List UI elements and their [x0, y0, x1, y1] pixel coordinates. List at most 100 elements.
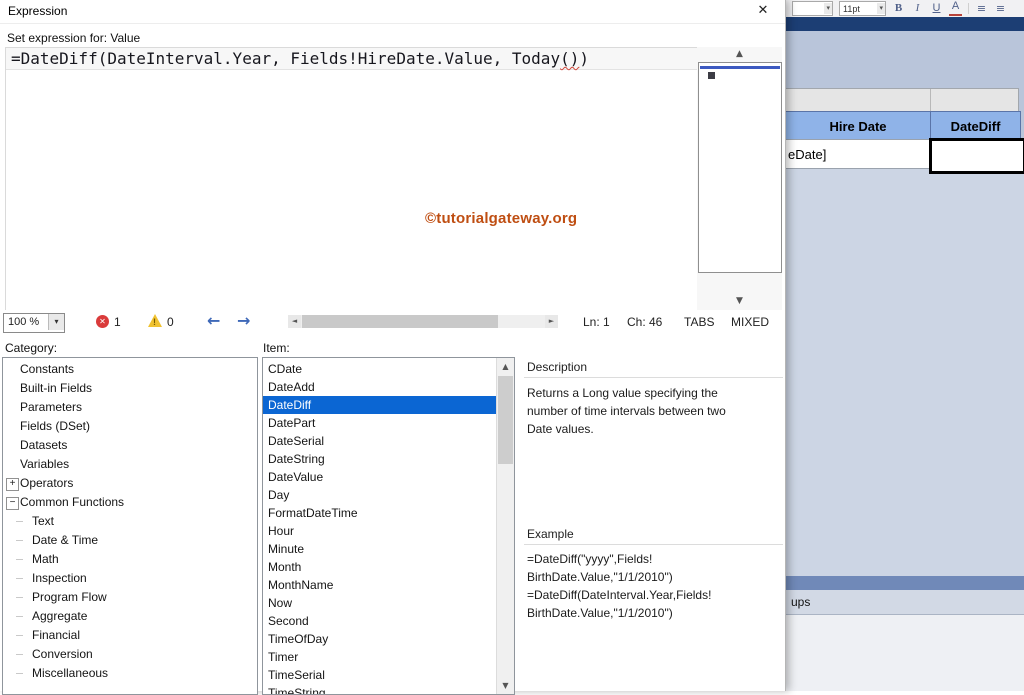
column-indicator: Ch: 46: [627, 315, 662, 329]
scrollbar-thumb[interactable]: [302, 315, 498, 328]
warning-exclamation: !: [153, 317, 156, 327]
function-item[interactable]: Month: [263, 558, 497, 576]
category-item[interactable]: Math: [3, 550, 257, 569]
close-icon[interactable]: ✕: [754, 2, 772, 20]
font-size-combo[interactable]: 11pt▾: [839, 1, 886, 16]
warning-icon: !: [148, 314, 162, 327]
previous-arrow-icon[interactable]: ←: [207, 311, 220, 330]
editor-scrollbar-map[interactable]: ▲ ▼: [697, 47, 782, 310]
datediff-header-cell[interactable]: DateDiff: [930, 111, 1021, 141]
item-list[interactable]: ▲ ▼ CDate DateAdd DateDiff DatePart Date…: [262, 357, 515, 695]
category-item[interactable]: Built-in Fields: [3, 379, 257, 398]
category-item[interactable]: Variables: [3, 455, 257, 474]
function-item[interactable]: Now: [263, 594, 497, 612]
function-item[interactable]: MonthName: [263, 576, 497, 594]
expression-text-end: ): [579, 49, 589, 68]
tabs-indicator: TABS: [684, 315, 714, 329]
category-item-label: Parameters: [20, 400, 82, 414]
column-handle-row[interactable]: [785, 88, 1019, 113]
tree-expander-icon[interactable]: [6, 497, 19, 510]
item-list-scrollbar[interactable]: ▲ ▼: [496, 358, 514, 694]
category-item[interactable]: Fields (DSet): [3, 417, 257, 436]
font-color-button[interactable]: A: [949, 1, 962, 16]
next-arrow-icon[interactable]: →: [237, 311, 250, 330]
title-separator: [0, 23, 785, 24]
chevron-down-icon[interactable]: ▾: [48, 314, 64, 330]
category-item[interactable]: Program Flow: [3, 588, 257, 607]
expression-dialog: Expression ✕ Set expression for: Value =…: [0, 0, 786, 691]
function-item[interactable]: DateValue: [263, 468, 497, 486]
function-item-label: Second: [268, 614, 309, 628]
hire-date-header-cell[interactable]: Hire Date: [785, 111, 932, 141]
function-item-label: MonthName: [268, 578, 333, 592]
category-item[interactable]: Operators: [3, 474, 257, 493]
expression-editor[interactable]: =DateDiff(DateInterval.Year, Fields!Hire…: [5, 47, 699, 312]
category-item[interactable]: Text: [3, 512, 257, 531]
selected-data-cell[interactable]: [929, 138, 1024, 174]
scrollbar-track[interactable]: [301, 315, 545, 328]
mixed-indicator: MIXED: [731, 315, 769, 329]
category-item-label: Aggregate: [32, 609, 87, 623]
category-item[interactable]: Date & Time: [3, 531, 257, 550]
scroll-down-icon[interactable]: ▼: [497, 677, 514, 694]
description-panel: Description Returns a Long value specify…: [520, 357, 783, 691]
function-item-label: Now: [268, 596, 292, 610]
category-item[interactable]: Inspection: [3, 569, 257, 588]
scroll-down-icon[interactable]: ▼: [697, 296, 782, 306]
function-item[interactable]: TimeOfDay: [263, 630, 497, 648]
description-text: Returns a Long value specifying the numb…: [527, 384, 777, 438]
function-item[interactable]: DateAdd: [263, 378, 497, 396]
category-item[interactable]: Parameters: [3, 398, 257, 417]
italic-button[interactable]: I: [911, 1, 924, 16]
line-indicator: Ln: 1: [583, 315, 610, 329]
scroll-left-icon[interactable]: ◄: [288, 315, 301, 328]
category-item[interactable]: Constants: [3, 360, 257, 379]
function-item[interactable]: Day: [263, 486, 497, 504]
warning-count: 0: [167, 315, 174, 329]
scroll-right-icon[interactable]: ►: [545, 315, 558, 328]
category-item[interactable]: Datasets: [3, 436, 257, 455]
function-item[interactable]: TimeString: [263, 684, 497, 695]
function-item[interactable]: TimeSerial: [263, 666, 497, 684]
category-item-label: Miscellaneous: [32, 666, 108, 680]
category-item-label: Inspection: [32, 571, 87, 585]
hiredate-data-cell[interactable]: eDate]: [785, 139, 935, 169]
function-item[interactable]: CDate: [263, 360, 497, 378]
category-item[interactable]: Financial: [3, 626, 257, 645]
function-item[interactable]: DateString: [263, 450, 497, 468]
description-rule: [524, 377, 783, 378]
category-list[interactable]: Constants Built-in Fields Parameters Fie…: [2, 357, 258, 695]
function-item[interactable]: DatePart: [263, 414, 497, 432]
function-item-label: Day: [268, 488, 289, 502]
function-item[interactable]: FormatDateTime: [263, 504, 497, 522]
zoom-combo[interactable]: 100 % ▾: [3, 313, 65, 333]
scrollbar-thumb[interactable]: [498, 376, 513, 464]
function-item[interactable]: Second: [263, 612, 497, 630]
function-item-label: FormatDateTime: [268, 506, 358, 520]
function-item[interactable]: Minute: [263, 540, 497, 558]
function-item[interactable]: Hour: [263, 522, 497, 540]
font-name-combo[interactable]: ▾: [792, 1, 833, 16]
category-item[interactable]: Miscellaneous: [3, 664, 257, 683]
list-menu-icon[interactable]: ≡: [994, 1, 1007, 16]
bold-button[interactable]: B: [892, 1, 905, 16]
expression-code-line[interactable]: =DateDiff(DateInterval.Year, Fields!Hire…: [6, 48, 698, 70]
category-item[interactable]: Aggregate: [3, 607, 257, 626]
category-item[interactable]: Conversion: [3, 645, 257, 664]
horizontal-scrollbar[interactable]: ◄ ►: [288, 315, 558, 328]
zoom-value: 100 %: [8, 316, 39, 328]
scroll-up-icon[interactable]: ▲: [497, 358, 514, 375]
align-menu-icon[interactable]: ≡: [975, 1, 988, 16]
example-text: =DateDiff("yyyy",Fields! BirthDate.Value…: [527, 550, 779, 622]
function-item[interactable]: Timer: [263, 648, 497, 666]
category-item[interactable]: Common Functions: [3, 493, 257, 512]
function-item[interactable]: DateDiff: [263, 396, 497, 414]
function-item-label: DatePart: [268, 416, 315, 430]
tree-expander-icon[interactable]: [6, 478, 19, 491]
underline-button[interactable]: U: [930, 1, 943, 16]
category-item-label: Common Functions: [20, 495, 124, 509]
function-item[interactable]: DateSerial: [263, 432, 497, 450]
scroll-up-icon[interactable]: ▲: [697, 49, 782, 59]
scrollbar-map-box[interactable]: [698, 62, 782, 273]
function-item-label: Month: [268, 560, 301, 574]
